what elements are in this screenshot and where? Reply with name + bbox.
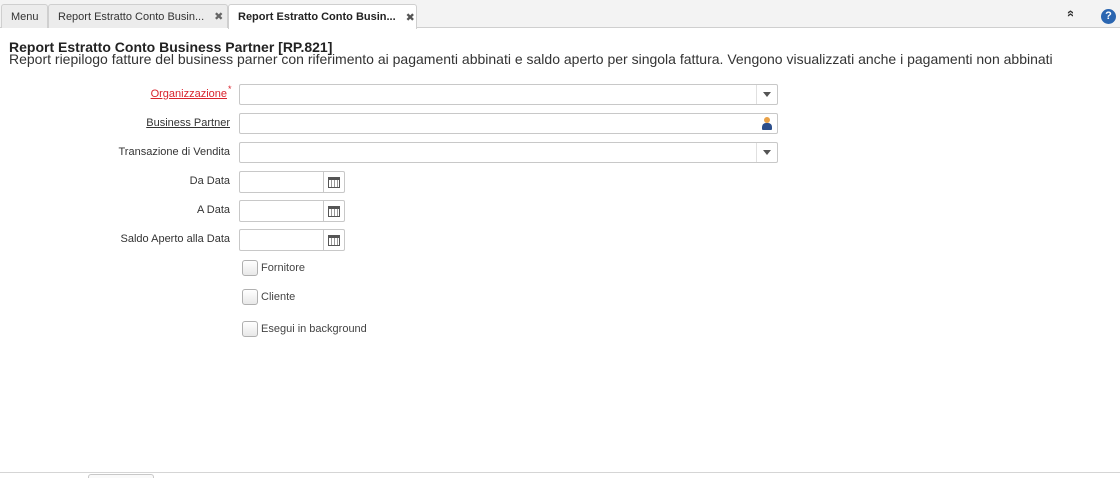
da-data-label: Da Data <box>189 175 230 187</box>
a-data-calendar-button[interactable] <box>323 201 344 221</box>
transazione-dropdown-button[interactable] <box>756 143 777 162</box>
saldo-aperto-calendar-button[interactable] <box>323 230 344 250</box>
transazione-label: Transazione di Vendita <box>118 146 231 158</box>
divider <box>0 472 1120 473</box>
tab-label: Report Estratto Conto Busin... <box>238 11 396 23</box>
calendar-icon <box>328 234 340 246</box>
saldo-aperto-label: Saldo Aperto alla Data <box>120 233 230 245</box>
saldo-aperto-field[interactable] <box>239 229 345 251</box>
business-partner-field[interactable] <box>239 113 778 134</box>
organizzazione-combobox[interactable] <box>239 84 778 105</box>
tab-label: Report Estratto Conto Busin... <box>58 10 205 23</box>
chevron-down-icon <box>763 150 771 155</box>
tab-menu[interactable]: Menu <box>1 4 48 28</box>
close-icon[interactable]: ✖ <box>406 11 415 24</box>
tab-report-2[interactable]: Report Estratto Conto Busin... ✖ <box>228 4 417 29</box>
tab-menu-label: Menu <box>11 10 39 23</box>
organizzazione-dropdown-button[interactable] <box>756 85 777 104</box>
tab-bar: Menu Report Estratto Conto Busin... ✖ Re… <box>0 0 1120 29</box>
background-label: Esegui in background <box>261 323 367 335</box>
a-data-field[interactable] <box>239 200 345 222</box>
tab-report-1[interactable]: Report Estratto Conto Busin... ✖ <box>48 4 228 28</box>
da-data-field[interactable] <box>239 171 345 193</box>
a-data-label: A Data <box>196 204 230 216</box>
page-description: Report riepilogo fatture del business pa… <box>9 51 1053 67</box>
cliente-label: Cliente <box>261 291 296 303</box>
organizzazione-label[interactable]: Organizzazione <box>27 88 227 100</box>
business-partner-label[interactable]: Business Partner <box>30 117 230 129</box>
calendar-icon <box>328 205 340 217</box>
help-icon[interactable]: ? <box>1101 9 1116 24</box>
chevron-down-icon <box>763 92 771 97</box>
close-icon[interactable]: ✖ <box>214 10 223 23</box>
business-partner-icon[interactable] <box>761 117 773 131</box>
double-chevron-up-icon[interactable]: » <box>1062 10 1077 17</box>
required-marker: * <box>228 84 232 94</box>
da-data-calendar-button[interactable] <box>323 172 344 192</box>
calendar-icon <box>328 176 340 188</box>
footer-button[interactable] <box>88 474 154 478</box>
fornitore-label: Fornitore <box>261 262 306 274</box>
background-checkbox[interactable] <box>242 321 258 337</box>
transazione-combobox[interactable] <box>239 142 778 163</box>
fornitore-checkbox[interactable] <box>242 260 258 276</box>
cliente-checkbox[interactable] <box>242 289 258 305</box>
